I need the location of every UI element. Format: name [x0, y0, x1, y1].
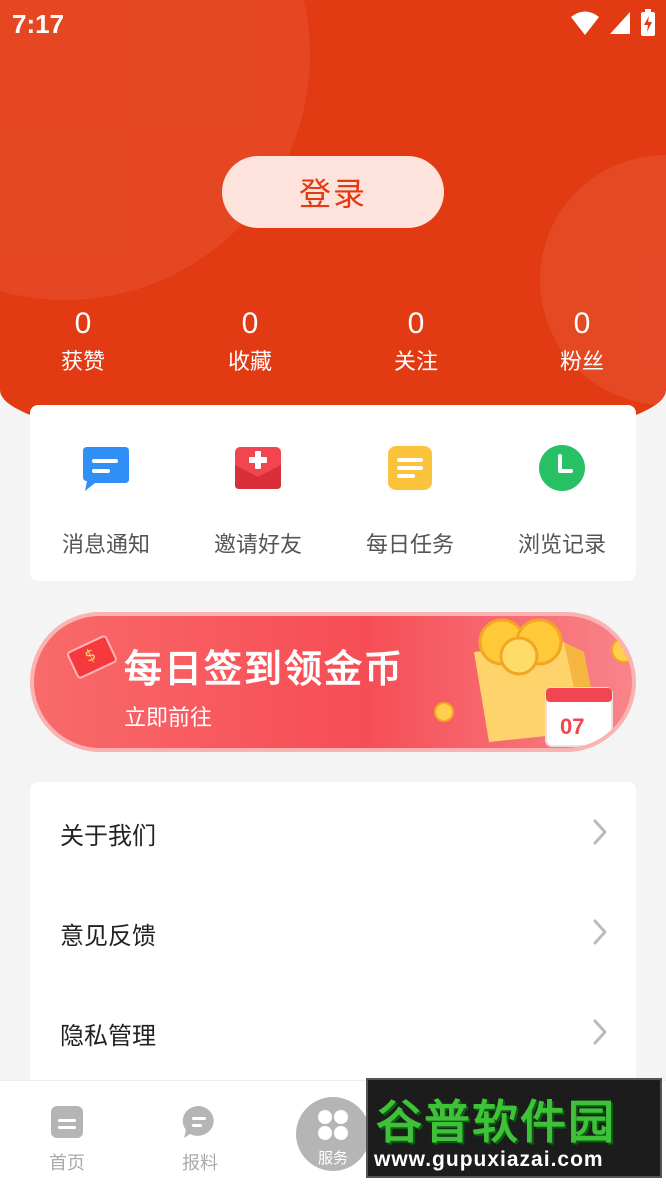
nav-tab-label: 服务: [317, 1149, 348, 1167]
status-time: 7:17: [12, 9, 65, 39]
stat-likes[interactable]: 0 获赞: [23, 306, 143, 376]
stat-value: 0: [241, 307, 259, 340]
menu-item-label: 隐私管理: [60, 1022, 156, 1050]
quick-action-label: 浏览记录: [517, 533, 606, 558]
daily-checkin-banner[interactable]: 每日签到领金币 立即前往 07: [30, 612, 636, 752]
watermark-title: 谷普软件园: [376, 1095, 616, 1149]
watermark-url: www.gupuxiazai.com: [374, 1148, 604, 1171]
stat-favorites[interactable]: 0 收藏: [190, 306, 310, 376]
stat-following[interactable]: 0 关注: [356, 306, 476, 376]
quick-action-messages[interactable]: 消息通知: [30, 443, 182, 559]
login-button[interactable]: 登录: [222, 156, 444, 228]
nav-tab-home[interactable]: 首页: [22, 1105, 112, 1175]
stats-row: 0 获赞 0 收藏 0 关注 0 粉丝: [0, 306, 666, 386]
quick-action-daily-task[interactable]: 每日任务: [334, 443, 486, 559]
menu-item-label: 意见反馈: [60, 922, 156, 950]
stat-label: 收藏: [227, 350, 272, 375]
nav-tab-label: 首页: [49, 1153, 85, 1174]
task-note-icon: [385, 443, 435, 493]
stat-fans[interactable]: 0 粉丝: [522, 306, 642, 376]
status-bar: 7:17: [0, 0, 666, 48]
quick-actions-card: 消息通知 邀请好友 每日任务 浏览记录: [30, 405, 636, 581]
quick-action-label: 邀请好友: [213, 533, 302, 558]
chevron-right-icon: [593, 919, 607, 945]
red-envelope-icon: [65, 634, 119, 680]
battery-icon: [641, 9, 655, 36]
menu-item-feedback[interactable]: 意见反馈: [30, 882, 636, 982]
menu-item-privacy[interactable]: 隐私管理: [30, 982, 636, 1082]
stat-label: 粉丝: [559, 350, 604, 375]
calendar-day-text: 07: [560, 714, 584, 739]
wifi-icon: [571, 11, 599, 35]
quick-action-label: 消息通知: [61, 533, 150, 558]
quick-action-history[interactable]: 浏览记录: [486, 443, 638, 559]
stat-label: 获赞: [60, 350, 105, 375]
report-chat-icon: [182, 1105, 214, 1138]
banner-title: 每日签到领金币: [124, 647, 405, 691]
stat-value: 0: [573, 307, 591, 340]
chevron-right-icon: [593, 819, 607, 845]
settings-menu: 关于我们 意见反馈 隐私管理: [30, 782, 636, 1082]
invite-envelope-icon: [233, 443, 283, 493]
menu-item-label: 关于我们: [60, 822, 156, 850]
nav-tab-service[interactable]: 服务: [296, 1097, 370, 1171]
menu-item-about-us[interactable]: 关于我们: [30, 782, 636, 882]
history-clock-icon: [537, 443, 587, 493]
cellular-signal-icon: [610, 12, 630, 34]
profile-header: 7:17 登录 0 获赞 0 收藏 0 关注 0 粉丝: [0, 0, 666, 450]
quick-action-invite[interactable]: 邀请好友: [182, 443, 334, 559]
service-grid-icon: [318, 1110, 348, 1140]
stat-value: 0: [74, 307, 92, 340]
banner-go-link[interactable]: 立即前往: [124, 700, 212, 732]
chevron-right-icon: [593, 1019, 607, 1045]
site-watermark: 谷普软件园 www.gupuxiazai.com: [366, 1078, 662, 1178]
coin-gift-box-icon: 07: [434, 618, 632, 747]
nav-tab-label: 报料: [182, 1153, 218, 1174]
message-icon: [81, 443, 131, 493]
stat-label: 关注: [393, 350, 438, 375]
stat-value: 0: [407, 307, 425, 340]
status-icons: [570, 9, 656, 37]
nav-tab-report[interactable]: 报料: [155, 1105, 245, 1175]
home-icon: [51, 1106, 83, 1138]
quick-action-label: 每日任务: [365, 533, 454, 558]
